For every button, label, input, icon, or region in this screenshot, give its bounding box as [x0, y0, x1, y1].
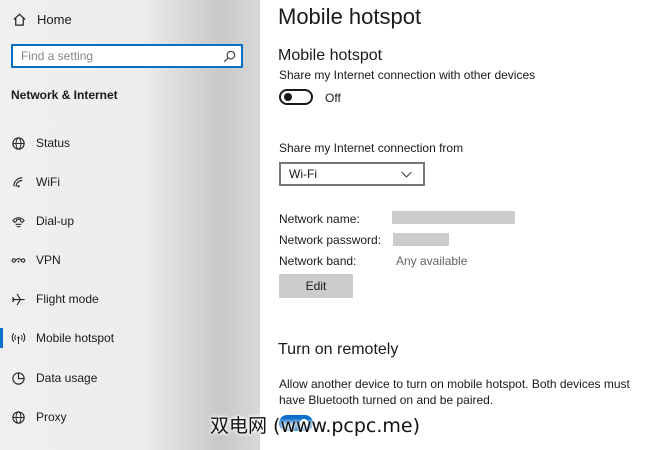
- sidebar-item-label: Data usage: [36, 371, 98, 385]
- sidebar-item-label: Dial-up: [36, 214, 75, 228]
- airplane-icon: [9, 290, 27, 308]
- vpn-icon: [9, 251, 27, 269]
- share-from-dropdown[interactable]: Wi-Fi: [279, 162, 425, 186]
- data-usage-icon: [9, 369, 27, 387]
- dial-up-icon: [9, 212, 27, 230]
- sidebar: Home Network & Internet Status WiFi Dial…: [0, 0, 260, 450]
- network-password-label: Network password:: [279, 233, 382, 247]
- search-box[interactable]: [11, 44, 243, 68]
- sidebar-item-label: Status: [36, 136, 71, 150]
- hotspot-icon: [9, 329, 27, 347]
- sidebar-item-mobile-hotspot[interactable]: Mobile hotspot: [0, 325, 260, 351]
- toggle-state-label: Off: [325, 91, 341, 105]
- share-label: Share my Internet connection with other …: [279, 68, 536, 82]
- home-label: Home: [37, 11, 72, 27]
- sidebar-item-label: Mobile hotspot: [36, 331, 115, 345]
- hotspot-toggle[interactable]: [279, 89, 313, 105]
- section-title: Network & Internet: [11, 88, 118, 102]
- search-input[interactable]: [13, 49, 221, 63]
- watermark: 双电网 (www.pcpc.me): [210, 415, 421, 437]
- wifi-icon: [9, 173, 27, 191]
- sidebar-item-wifi[interactable]: WiFi: [0, 169, 260, 195]
- sidebar-item-label: Flight mode: [36, 292, 99, 306]
- sidebar-item-vpn[interactable]: VPN: [0, 247, 260, 273]
- sidebar-item-data-usage[interactable]: Data usage: [0, 365, 260, 391]
- remote-description-line2: have Bluetooth turned on and be paired.: [279, 393, 494, 407]
- home-link[interactable]: Home: [10, 8, 72, 30]
- network-name-redacted: [392, 211, 515, 224]
- share-from-label: Share my Internet connection from: [279, 141, 464, 155]
- globe-icon: [9, 408, 27, 426]
- share-from-value: Wi-Fi: [289, 167, 317, 181]
- sidebar-item-label: WiFi: [36, 175, 60, 189]
- sidebar-item-label: Proxy: [36, 410, 67, 424]
- edit-button[interactable]: Edit: [279, 274, 353, 298]
- network-band-value: Any available: [396, 254, 468, 268]
- toggle-knob: [284, 93, 292, 101]
- main-content: Mobile hotspot Mobile hotspot Share my I…: [260, 0, 670, 450]
- network-band-label: Network band:: [279, 254, 357, 268]
- chevron-down-icon: [397, 165, 415, 183]
- network-password-redacted: [393, 233, 449, 246]
- network-name-label: Network name:: [279, 212, 360, 226]
- sidebar-item-dial-up[interactable]: Dial-up: [0, 208, 260, 234]
- sidebar-item-label: VPN: [36, 253, 61, 267]
- home-icon: [10, 10, 28, 28]
- page-title: Mobile hotspot: [278, 4, 422, 29]
- search-icon[interactable]: [221, 47, 237, 65]
- hotspot-heading: Mobile hotspot: [278, 47, 383, 64]
- sidebar-item-flight-mode[interactable]: Flight mode: [0, 286, 260, 312]
- remote-description-line1: Allow another device to turn on mobile h…: [279, 377, 630, 391]
- remote-heading: Turn on remotely: [278, 341, 399, 358]
- sidebar-item-status[interactable]: Status: [0, 130, 260, 156]
- globe-icon: [9, 134, 27, 152]
